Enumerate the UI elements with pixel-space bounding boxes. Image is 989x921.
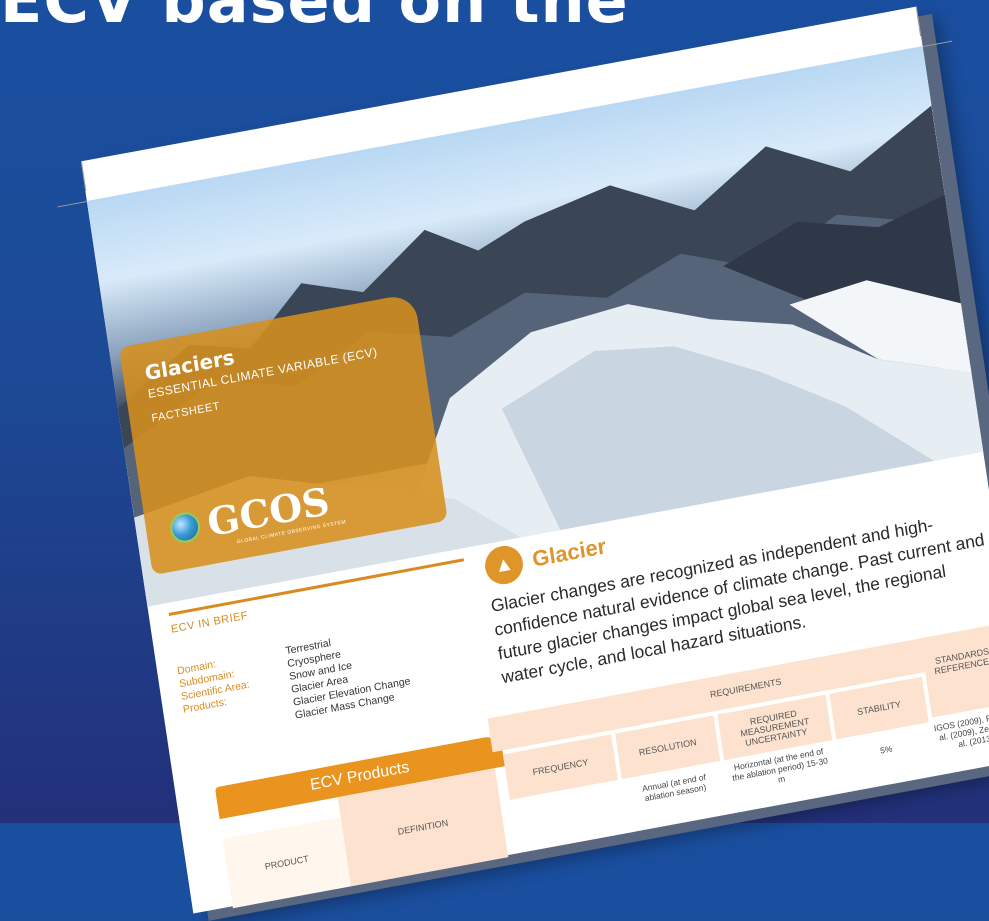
resolution-label: RESOLUTION — [638, 737, 698, 758]
crop-mark-left-horizontal — [57, 200, 87, 208]
product-header: PRODUCT — [222, 817, 351, 909]
glacier-title: Glacier — [530, 533, 608, 572]
row1-stability: 5% — [879, 743, 894, 756]
stability-label: STABILITY — [856, 699, 902, 718]
slide-title: ECV based on the — [0, 0, 629, 37]
frequency-label: FREQUENCY — [531, 757, 589, 778]
factsheet-document: Glaciers ESSENTIAL CLIMATE VARIABLE (ECV… — [57, 6, 989, 914]
globe-icon — [168, 509, 203, 546]
definition-label: DEFINITION — [397, 817, 449, 837]
mountain-icon: ▲ — [482, 542, 526, 588]
standards-header: STANDARDS/ REFERENCES — [920, 623, 989, 718]
gcos-logo: GCOS GLOBAL CLIMATE OBSERVING SYSTEM — [168, 478, 346, 549]
crop-mark-right-horizontal — [922, 40, 953, 48]
product-label: PRODUCT — [264, 853, 310, 872]
